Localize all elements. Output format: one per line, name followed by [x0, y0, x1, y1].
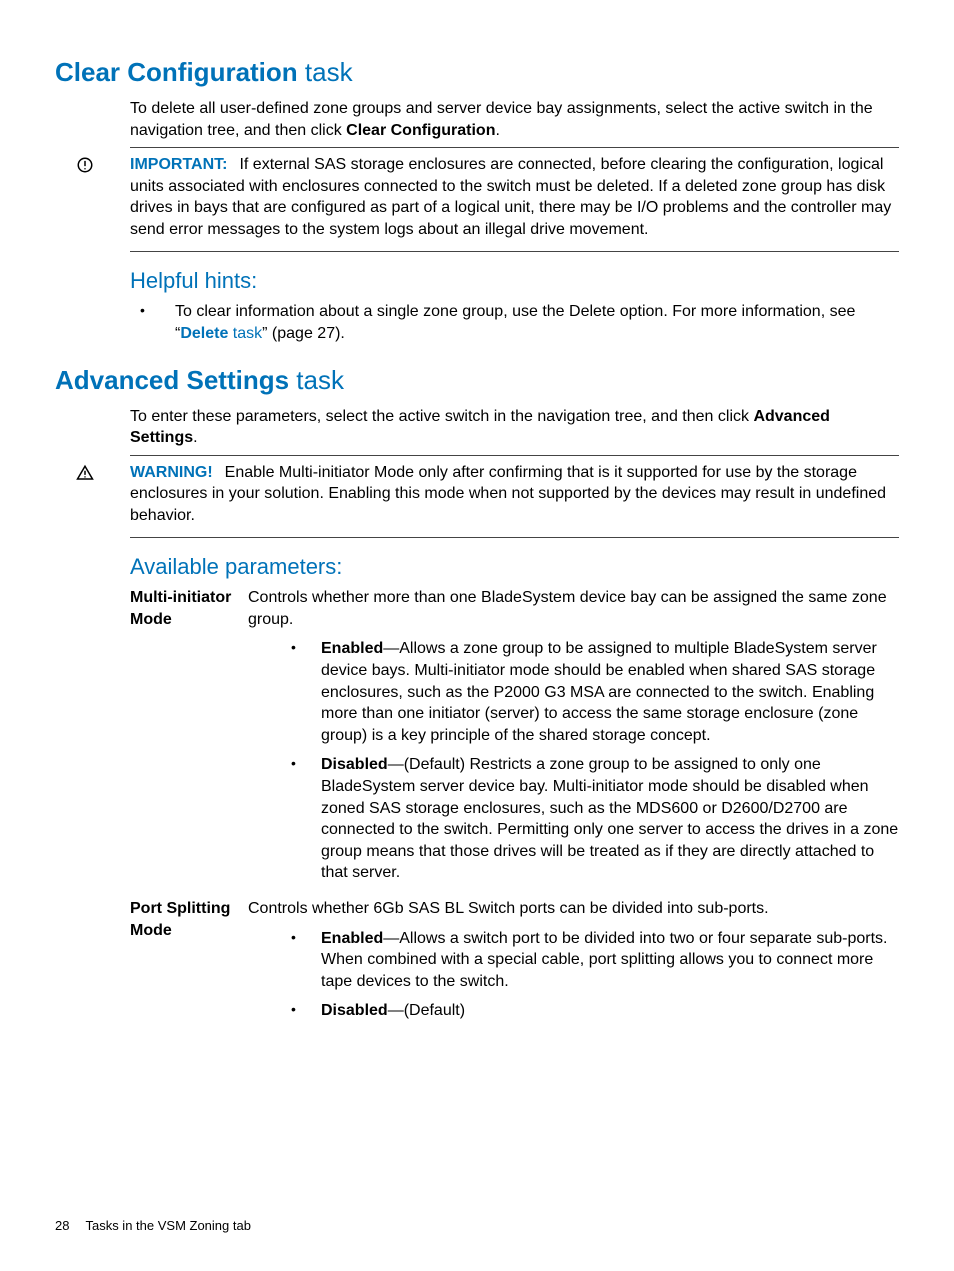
warning-body: Enable Multi-initiator Mode only after c… — [130, 464, 886, 524]
option-label: Enabled — [321, 930, 383, 947]
heading-advanced-settings-task: Advanced Settings task — [55, 363, 899, 398]
param-option-enabled: Enabled—Allows a switch port to be divid… — [273, 928, 899, 993]
crossref-rest: task — [228, 325, 262, 342]
param-option-disabled: Disabled—(Default) — [273, 1000, 899, 1022]
option-label: Enabled — [321, 640, 383, 657]
heading-bold: Clear Configuration — [55, 57, 298, 87]
param-multi-initiator-mode: Multi-initiator Mode Controls whether mo… — [130, 587, 899, 892]
important-icon — [55, 154, 115, 181]
crossref-bold: Delete — [180, 325, 228, 342]
crossref-link[interactable]: Delete task — [180, 325, 262, 342]
divider — [130, 251, 899, 252]
important-admonition: IMPORTANT:If external SAS storage enclos… — [55, 154, 899, 244]
option-body: —Allows a zone group to be assigned to m… — [321, 640, 877, 743]
divider — [130, 537, 899, 538]
param-options-list: Enabled—Allows a switch port to be divid… — [273, 928, 899, 1022]
heading-bold: Advanced Settings — [55, 365, 289, 395]
option-body: —(Default) Restricts a zone group to be … — [321, 756, 898, 881]
important-label: IMPORTANT: — [130, 156, 227, 173]
advanced-settings-intro: To enter these parameters, select the ac… — [130, 406, 899, 449]
param-definition: Controls whether 6Gb SAS BL Switch ports… — [248, 898, 899, 1030]
option-body: —Allows a switch port to be divided into… — [321, 930, 887, 990]
chapter-title: Tasks in the VSM Zoning tab — [85, 1218, 250, 1233]
subheading-available-parameters: Available parameters: — [130, 552, 899, 582]
heading-rest: task — [298, 57, 353, 87]
warning-label: WARNING! — [130, 464, 213, 481]
subheading-helpful-hints: Helpful hints: — [130, 266, 899, 296]
divider — [130, 455, 899, 456]
intro-text-c: . — [495, 122, 499, 139]
heading-rest: task — [289, 365, 344, 395]
hints-list: To clear information about a single zone… — [130, 301, 899, 344]
param-option-enabled: Enabled—Allows a zone group to be assign… — [273, 638, 899, 746]
intro-text-c: . — [193, 429, 197, 446]
warning-admonition: WARNING!Enable Multi-initiator Mode only… — [55, 462, 899, 531]
intro-text-click-target: Clear Configuration — [346, 122, 495, 139]
intro-text-a: To delete all user-defined zone groups a… — [130, 100, 873, 139]
param-definition: Controls whether more than one BladeSyst… — [248, 587, 899, 892]
param-term: Port Splitting Mode — [130, 898, 248, 941]
important-body: If external SAS storage enclosures are c… — [130, 156, 891, 238]
param-port-splitting-mode: Port Splitting Mode Controls whether 6Gb… — [130, 898, 899, 1030]
option-label: Disabled — [321, 756, 388, 773]
warning-icon — [55, 462, 115, 489]
option-label: Disabled — [321, 1002, 388, 1019]
hint-text-b: ” (page 27). — [262, 325, 345, 342]
param-desc: Controls whether more than one BladeSyst… — [248, 587, 899, 630]
intro-text-a: To enter these parameters, select the ac… — [130, 408, 753, 425]
heading-clear-configuration-task: Clear Configuration task — [55, 55, 899, 90]
param-options-list: Enabled—Allows a zone group to be assign… — [273, 638, 899, 884]
page-container: Clear Configuration task To delete all u… — [0, 0, 954, 1271]
param-desc: Controls whether 6Gb SAS BL Switch ports… — [248, 898, 899, 920]
clear-config-intro: To delete all user-defined zone groups a… — [130, 98, 899, 141]
divider — [130, 147, 899, 148]
page-number: 28 — [55, 1218, 69, 1233]
option-body: —(Default) — [388, 1002, 465, 1019]
param-term: Multi-initiator Mode — [130, 587, 248, 630]
page-footer: 28 Tasks in the VSM Zoning tab — [55, 1217, 251, 1235]
param-option-disabled: Disabled—(Default) Restricts a zone grou… — [273, 754, 899, 884]
hint-item: To clear information about a single zone… — [175, 301, 899, 344]
